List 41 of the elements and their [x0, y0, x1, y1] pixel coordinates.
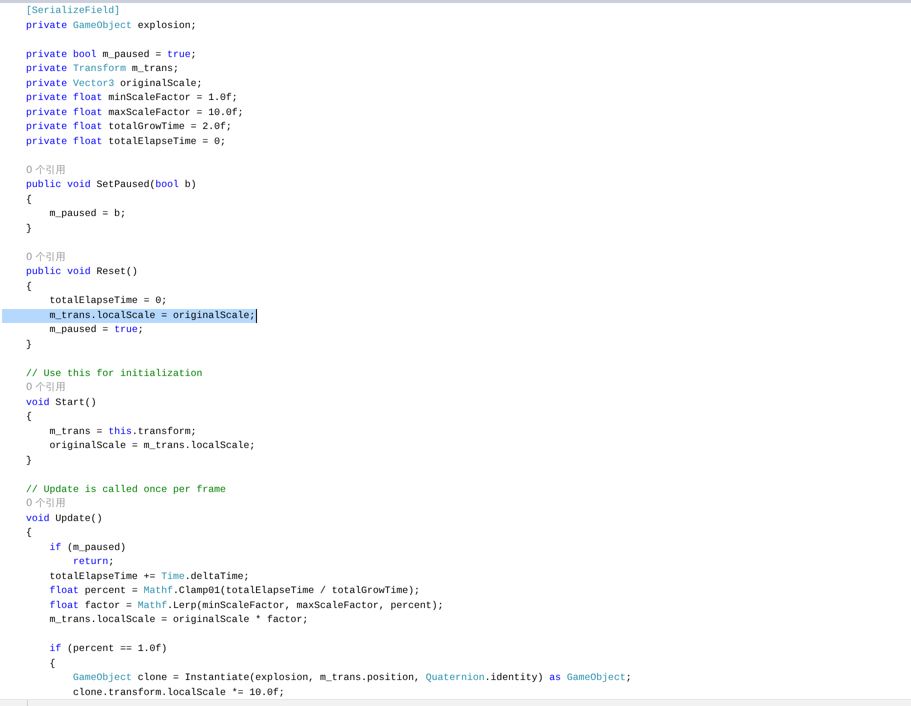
code-line: m_paused = b;: [48, 207, 126, 221]
code-line: m_paused = true;: [48, 323, 144, 337]
code-line: private Vector3 originalScale;: [26, 76, 202, 90]
code-line: float factor = Mathf.Lerp(minScaleFactor, maxScaleFactor, percent);: [48, 598, 444, 612]
code-line: void Start(): [26, 396, 97, 410]
code-line: public void Reset(): [26, 265, 138, 279]
code-line: private float totalGrowTime = 2.0f;: [26, 120, 232, 134]
code-line: if (percent == 1.0f): [48, 642, 168, 656]
code-line: {: [26, 410, 32, 424]
code-line: private Transform m_trans;: [26, 62, 179, 76]
reference-count-link[interactable]: 0 个引用: [26, 381, 66, 396]
code-line: private bool m_paused = true;: [26, 48, 197, 62]
reference-count-link[interactable]: 0 个引用: [26, 497, 66, 512]
code-line: private GameObject explosion;: [26, 18, 197, 32]
code-line: }: [26, 454, 32, 468]
code-line: clone.transform.localScale *= 10.0f;: [72, 686, 285, 700]
code-line: {: [26, 192, 32, 206]
code-line: }: [26, 222, 32, 236]
code-line: totalElapseTime = 0;: [48, 294, 168, 308]
code-line: // Update is called once per frame: [26, 482, 226, 496]
code-line: if (m_paused): [48, 540, 126, 554]
code-line: {: [26, 280, 32, 294]
code-line: [SerializeField]: [26, 4, 120, 18]
code-line: float percent = Mathf.Clamp01(totalElapseTime / totalGrowTime);: [48, 584, 420, 598]
code-line: private float minScaleFactor = 1.0f;: [26, 91, 238, 105]
reference-count-link[interactable]: 0 个引用: [26, 164, 66, 178]
code-line: void Update(): [26, 512, 102, 526]
code-line: originalScale = m_trans.localScale;: [48, 439, 256, 453]
code-line: // Use this for initialization: [26, 366, 202, 380]
code-line: public void SetPaused(bool b): [26, 178, 197, 192]
code-line: }: [26, 338, 32, 352]
code-line: private float maxScaleFactor = 10.0f;: [26, 106, 244, 120]
code-line: private float totalElapseTime = 0;: [26, 134, 226, 148]
code-line: totalElapseTime += Time.deltaTime;: [48, 570, 250, 584]
code-line: m_trans = this.transform;: [48, 424, 197, 438]
code-line: m_trans.localScale = originalScale * factor;: [48, 613, 308, 627]
code-line: {: [48, 656, 56, 670]
code-line: GameObject clone = Instantiate(explosion, m_trans.position, Quaternion.identity) as GameObject;: [72, 671, 632, 685]
code-line: return;: [72, 555, 114, 569]
reference-count-link[interactable]: 0 个引用: [26, 250, 66, 265]
code-line: {: [26, 526, 32, 540]
